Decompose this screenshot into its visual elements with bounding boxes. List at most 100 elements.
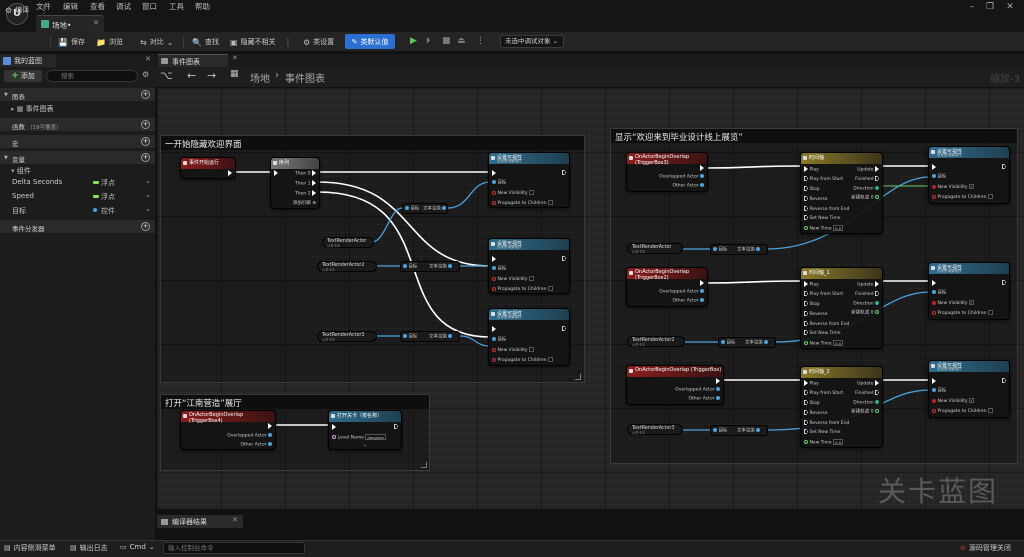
node-get-text-render[interactable]: 目标 文本渲染 xyxy=(402,203,448,214)
resize-handle[interactable] xyxy=(575,374,581,380)
menu-edit[interactable]: 编辑 xyxy=(63,1,78,12)
node-set-visibility[interactable]: 设置可视性 目标是场景组件 目标 New Visibility ✓ Propaga… xyxy=(928,262,1010,320)
float-output-pin[interactable] xyxy=(875,409,879,413)
exec-input-pin[interactable] xyxy=(804,301,808,306)
compile-button[interactable]: ⚙ 编译 xyxy=(5,3,29,17)
node-overlap-trigger-box[interactable]: OnActorBeginOverlap (TriggerBox) Overlap… xyxy=(626,365,724,405)
add-dispatcher-icon[interactable]: + xyxy=(141,222,150,231)
chevron-down-icon[interactable]: ⌄ xyxy=(363,443,367,449)
exec-input-pin[interactable] xyxy=(804,330,808,335)
node-actor-reference[interactable]: TextRenderActor 从关卡中 xyxy=(627,243,683,254)
graph-options-icon[interactable]: ⌥ xyxy=(160,69,173,82)
node-overlap-trigger-box3[interactable]: OnActorBeginOverlap (TriggerBox3) Overla… xyxy=(626,152,708,192)
exec-output-pin[interactable] xyxy=(875,380,879,386)
exec-input-pin[interactable] xyxy=(804,410,808,415)
node-get-text-render[interactable]: 目标 文本渲染 xyxy=(400,261,460,272)
category-event-dispatchers[interactable]: 事件分发器 xyxy=(0,220,155,233)
add-macro-icon[interactable]: + xyxy=(141,137,150,146)
object-output-pin[interactable] xyxy=(442,206,447,210)
bool-input-pin[interactable] xyxy=(492,357,496,362)
exec-output-pin[interactable] xyxy=(562,256,566,261)
checkbox[interactable] xyxy=(528,276,534,281)
tab-compiler-results[interactable]: 编译器结果 xyxy=(157,515,243,528)
add-function-icon[interactable]: + xyxy=(141,120,150,129)
bool-input-pin[interactable] xyxy=(932,300,936,305)
object-input-pin[interactable] xyxy=(932,290,936,294)
exec-input-pin[interactable] xyxy=(804,291,808,296)
close-icon[interactable]: ✕ xyxy=(232,516,238,524)
add-pin-label[interactable]: 添加引脚 xyxy=(293,201,311,206)
checkbox-checked[interactable]: ✓ xyxy=(968,300,974,305)
breadcrumb-leaf[interactable]: 事件图表 xyxy=(285,70,325,85)
gear-icon[interactable]: ⚙ xyxy=(142,70,149,79)
forward-arrow-icon[interactable]: → xyxy=(207,69,216,82)
exec-input-pin[interactable] xyxy=(492,326,496,332)
enum-output-pin[interactable] xyxy=(875,186,879,190)
exec-output-pin[interactable] xyxy=(875,281,879,287)
float-input-pin[interactable] xyxy=(804,226,808,230)
eject-icon[interactable]: ⏏ xyxy=(457,36,466,46)
checkbox[interactable] xyxy=(547,286,553,291)
node-get-text-render[interactable]: 目标 文本渲染 xyxy=(718,337,776,348)
bool-input-pin[interactable] xyxy=(932,408,936,413)
node-overlap-trigger-box2[interactable]: OnActorBeginOverlap (TriggerBox2) Overla… xyxy=(626,267,708,307)
bool-input-pin[interactable] xyxy=(932,310,936,315)
cmd-selector[interactable]: ▭ Cmd ⌄ xyxy=(120,543,155,551)
float-output-pin[interactable] xyxy=(875,310,879,314)
chevron-down-icon[interactable]: ⌄ xyxy=(145,177,151,185)
variable-name[interactable]: Speed xyxy=(12,192,34,200)
bool-input-pin[interactable] xyxy=(932,398,936,403)
menu-view[interactable]: 查看 xyxy=(90,1,105,12)
node-actor-reference[interactable]: TextRenderActor2 从关卡中 xyxy=(627,336,685,347)
new-time-input[interactable]: 0.0 xyxy=(833,225,844,231)
source-control-button[interactable]: ⊘ 源码管理关闭 xyxy=(960,543,1011,553)
exec-input-pin[interactable] xyxy=(932,280,936,286)
play-icon[interactable]: ▶ xyxy=(410,36,417,46)
object-output-pin[interactable] xyxy=(268,442,272,446)
sidebar-item-event-graph[interactable]: ▸ ▦ 事件图表 xyxy=(0,104,155,114)
chevron-down-icon[interactable]: ▼ xyxy=(4,92,8,98)
add-variable-icon[interactable]: + xyxy=(141,153,150,162)
float-input-pin[interactable] xyxy=(804,341,808,345)
exec-output-pin[interactable] xyxy=(875,390,879,395)
exec-input-pin[interactable] xyxy=(804,196,808,201)
class-defaults-button[interactable]: ✎ 类默认值 xyxy=(345,34,395,49)
maximize-icon[interactable]: ❐ xyxy=(980,2,1000,12)
object-output-pin[interactable] xyxy=(756,247,761,251)
exec-output-pin[interactable] xyxy=(875,291,879,296)
console-command-input[interactable] xyxy=(163,542,305,554)
exec-output-pin[interactable] xyxy=(700,280,704,286)
exec-input-pin[interactable] xyxy=(492,170,496,176)
level-name-input[interactable]: Jiangnan xyxy=(365,434,386,440)
exec-input-pin[interactable] xyxy=(804,215,808,220)
object-input-pin[interactable] xyxy=(492,266,496,270)
node-get-text-render[interactable]: 目标 文本渲染 xyxy=(710,244,768,255)
tab-event-graph[interactable]: 事件图表 xyxy=(158,54,228,67)
chevron-down-icon[interactable]: ▼ xyxy=(4,155,8,161)
checkbox[interactable] xyxy=(528,190,534,195)
object-output-pin[interactable] xyxy=(268,433,272,437)
class-settings-button[interactable]: ⚙ 类设置 xyxy=(303,35,334,49)
object-input-pin[interactable] xyxy=(713,428,717,432)
exec-output-pin[interactable] xyxy=(562,326,566,331)
node-get-text-render[interactable]: 目标 文本渲染 xyxy=(710,425,768,436)
bool-input-pin[interactable] xyxy=(932,184,936,189)
hide-unrelated-button[interactable]: ▣ 隐藏不相关 xyxy=(230,35,276,49)
exec-output-pin[interactable] xyxy=(312,170,316,176)
add-graph-icon[interactable]: + xyxy=(141,90,150,99)
node-open-level[interactable]: 打开关卡（按名称） Level Name Jiangnan ⌄ xyxy=(328,410,402,450)
resize-handle[interactable] xyxy=(421,462,427,468)
node-event-begin-play[interactable]: 事件开始运行 xyxy=(180,157,236,179)
object-output-pin[interactable] xyxy=(716,396,720,400)
object-output-pin[interactable] xyxy=(700,183,704,187)
object-input-pin[interactable] xyxy=(492,337,496,341)
compile-options-icon[interactable]: ⋮ xyxy=(40,3,48,17)
bool-input-pin[interactable] xyxy=(932,194,936,199)
node-get-text-render[interactable]: 目标 文本渲染 xyxy=(400,331,460,342)
object-input-pin[interactable] xyxy=(403,334,407,338)
object-input-pin[interactable] xyxy=(405,206,409,210)
diff-button[interactable]: ⇆ 对比 ⌄ xyxy=(140,35,173,49)
checkbox[interactable] xyxy=(547,200,553,205)
node-actor-reference[interactable]: TextRenderActor3 从关卡中 xyxy=(317,331,377,342)
new-time-input[interactable]: 0.0 xyxy=(833,439,844,445)
